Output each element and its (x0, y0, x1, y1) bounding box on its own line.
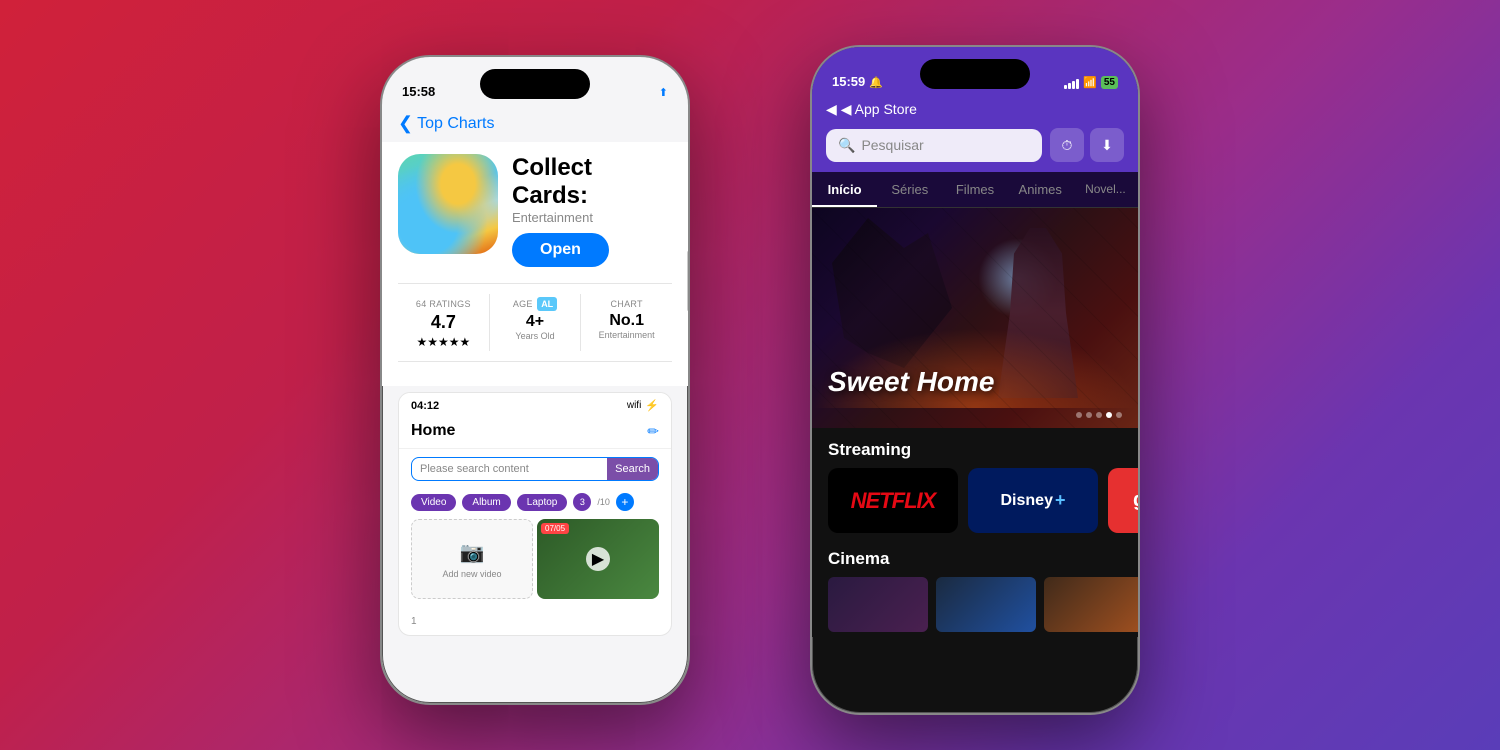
streaming-title: Streaming (812, 428, 1138, 468)
app-info: Collect Cards: Entertainment Open (512, 154, 672, 267)
tab-animes[interactable]: Animes (1008, 172, 1073, 207)
chart-label: CHART (611, 299, 643, 309)
chart-sub: Entertainment (585, 330, 668, 340)
rating-count-label: 64 RATINGS (416, 299, 471, 309)
edit-icon[interactable]: ✏ (647, 423, 659, 440)
cinema-thumb-2[interactable] (936, 577, 1036, 632)
app-preview: 04:12 wifi ⚡ Home ✏ Please search conten… (398, 392, 672, 636)
tab-inicio[interactable]: Início (812, 172, 877, 207)
tab-series[interactable]: Séries (877, 172, 942, 207)
tag-count-slash: /10 (597, 497, 610, 507)
phones-container: 15:58 ⬆ ❮ Top Charts Collect Cards: Ente… (300, 25, 1200, 725)
preview-search-input[interactable]: Please search content (412, 458, 607, 480)
tab-novel[interactable]: Novel... (1073, 172, 1138, 207)
preview-search-btn[interactable]: Search (607, 458, 658, 480)
media-cell-camera[interactable]: 📷 Add new video (411, 519, 533, 599)
stars: ★★★★★ (416, 335, 470, 349)
dynamic-island-right (920, 59, 1030, 89)
search-magnifier-icon: 🔍 (838, 137, 855, 154)
nav-bar-left[interactable]: ❮ Top Charts (382, 105, 688, 142)
back-chevron-icon: ❮ (398, 113, 413, 134)
media-cell-soccer[interactable]: 07/05 ▶ (537, 519, 659, 599)
phone-left: 15:58 ⬆ ❮ Top Charts Collect Cards: Ente… (380, 55, 690, 705)
history-icon-btn[interactable]: ⏱ (1050, 128, 1084, 162)
tab-inicio-label: Início (828, 182, 862, 197)
disney-logo: Disney+ (1001, 490, 1066, 511)
time-right: 15:59 (832, 66, 865, 89)
tag-plus-btn[interactable]: + (616, 493, 634, 511)
preview-title: Home (411, 422, 455, 440)
app-detail: Collect Cards: Entertainment Open 64 RAT… (382, 142, 688, 386)
chart-value: No.1 (585, 312, 668, 330)
time-left: 15:58 (402, 76, 435, 99)
dynamic-island-left (480, 69, 590, 99)
netflix-card[interactable]: NETFLIX (828, 468, 958, 533)
camera-icon: 📷 (460, 540, 485, 565)
battery-right: 55 (1101, 76, 1118, 89)
preview-battery-indicator: ⚡ (645, 399, 659, 412)
cinema-thumb-3[interactable] (1044, 577, 1138, 632)
cell-number: 1 (411, 616, 417, 627)
cinema-thumb-1[interactable] (828, 577, 928, 632)
app-name: Collect Cards: (512, 154, 672, 210)
scroll-indicator-left (687, 251, 690, 311)
search-bar-right: 🔍 Pesquisar ⏱ ⬇ (812, 128, 1138, 172)
tab-bar-right: Início Séries Filmes Animes Novel... (812, 172, 1138, 208)
hero-title: Sweet Home (828, 366, 995, 398)
tab-series-label: Séries (891, 182, 928, 197)
netflix-logo: NETFLIX (851, 488, 936, 514)
add-video-label: Add new video (442, 569, 501, 579)
download-icon-btn[interactable]: ⬇ (1090, 128, 1124, 162)
app-category: Entertainment (512, 210, 672, 225)
tab-filmes[interactable]: Filmes (942, 172, 1007, 207)
tag-count: 3 (573, 493, 591, 511)
disney-card[interactable]: Disney+ (968, 468, 1098, 533)
video-date-badge: 07/05 (541, 523, 569, 534)
app-store-label: ◀ App Store (841, 101, 917, 118)
age-label: AGE (513, 299, 533, 309)
app-stats: 64 RATINGS 4.7 ★★★★★ AGE AL 4+ Years Old… (398, 283, 672, 362)
play-button-overlay[interactable]: ▶ (586, 547, 610, 571)
app-icon (398, 154, 498, 254)
glo-card[interactable]: glo (1108, 468, 1138, 533)
hero-banner: Sweet Home (812, 208, 1138, 428)
phone-right: 15:59 🔔 📶 55 ◀ ◀ App Store 🔍 Pes (810, 45, 1140, 715)
hero-dots (1076, 412, 1122, 418)
glo-logo: glo (1133, 489, 1138, 512)
preview-wifi-icon: wifi (627, 400, 641, 411)
cinema-section: Cinema (812, 545, 1138, 637)
back-label-left: Top Charts (417, 115, 494, 133)
age-sub: Years Old (494, 331, 577, 341)
cinema-title: Cinema (812, 545, 1138, 577)
app-store-nav[interactable]: ◀ ◀ App Store (812, 95, 1138, 128)
preview-time: 04:12 (411, 400, 439, 412)
tab-filmes-label: Filmes (956, 182, 994, 197)
age-badge: AL (537, 297, 557, 311)
tab-animes-label: Animes (1019, 182, 1062, 197)
age-value: 4+ (494, 313, 577, 331)
rating-value: 4.7 (402, 312, 485, 333)
back-btn-left[interactable]: ❮ Top Charts (398, 113, 494, 134)
open-button[interactable]: Open (512, 233, 609, 267)
tab-novel-label: Novel... (1085, 182, 1126, 196)
search-placeholder-right: Pesquisar (861, 137, 923, 153)
tag-video[interactable]: Video (411, 494, 456, 511)
search-field-right[interactable]: 🔍 Pesquisar (826, 129, 1042, 162)
back-arrow-right[interactable]: ◀ (826, 101, 837, 118)
tag-laptop[interactable]: Laptop (517, 494, 568, 511)
wifi-icon-right: 📶 (1083, 76, 1097, 89)
streaming-section: Streaming NETFLIX Disney+ glo (812, 428, 1138, 545)
location-icon: ⬆ (659, 86, 668, 99)
bell-icon: 🔔 (869, 68, 883, 89)
tag-album[interactable]: Album (462, 494, 510, 511)
